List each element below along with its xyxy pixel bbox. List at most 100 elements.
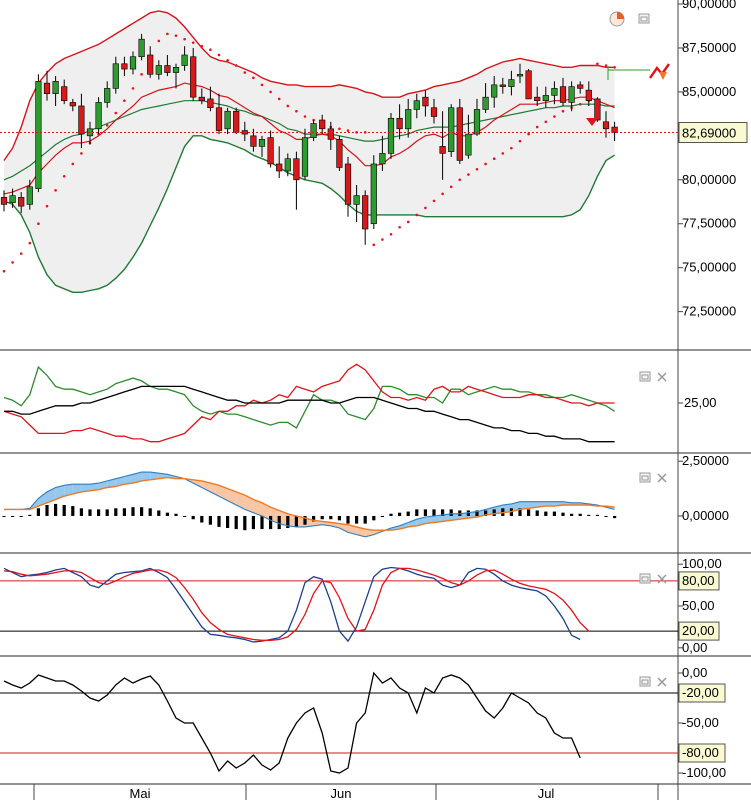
macd-histogram-bar xyxy=(406,511,410,516)
candle-body xyxy=(121,63,128,70)
candle-body xyxy=(293,158,300,181)
sar-dot xyxy=(252,76,255,80)
candle-body xyxy=(112,63,119,89)
window-icon[interactable] xyxy=(639,371,651,382)
sar-dot xyxy=(389,232,393,236)
sar-dot xyxy=(492,157,496,160)
candle-body xyxy=(362,195,369,230)
macd-histogram-bar xyxy=(114,508,118,516)
candle-body xyxy=(95,102,102,130)
candle[interactable] xyxy=(35,74,42,193)
window-icon[interactable] xyxy=(639,472,651,483)
price-tick-label: 77,50000 xyxy=(682,216,736,231)
candle-body xyxy=(542,95,549,101)
candle[interactable] xyxy=(387,112,395,159)
chart-canvas[interactable]: 90,0000087,5000085,0000082,5000080,00000… xyxy=(0,0,751,800)
macd-histogram-bar xyxy=(174,513,178,516)
adx-tick-label: 25,00 xyxy=(684,395,717,410)
sar-dot xyxy=(2,269,6,273)
candle-body xyxy=(516,74,524,77)
sar-dot xyxy=(80,152,83,155)
candle[interactable] xyxy=(233,107,240,135)
macd-histogram-bar xyxy=(191,515,195,520)
price-tick-label: 75,00000 xyxy=(682,260,736,275)
month-label-mai: Mai xyxy=(130,786,151,800)
candle[interactable] xyxy=(525,69,532,100)
candle-body xyxy=(379,153,386,165)
candle-body xyxy=(482,96,489,110)
sar-dot xyxy=(11,261,14,264)
candle-body xyxy=(370,163,377,225)
sar-dot xyxy=(209,48,212,52)
sar-dot xyxy=(544,120,548,124)
price-tick-label: 87,50000 xyxy=(682,40,736,55)
sar-dot xyxy=(535,125,539,129)
candle[interactable] xyxy=(336,135,343,171)
sar-dot xyxy=(191,41,195,44)
sar-dot xyxy=(415,213,419,217)
macd-histogram-bar xyxy=(165,512,169,516)
macd-histogram-bar xyxy=(277,515,281,530)
macd-tick-label: 2,50000 xyxy=(682,453,729,468)
wr-tick-label: -100,00 xyxy=(682,765,726,780)
macd-histogram-bar xyxy=(552,511,556,516)
candle-body xyxy=(138,38,145,58)
macd-histogram-bar xyxy=(398,512,402,516)
candle-body xyxy=(336,139,343,168)
candle-body xyxy=(69,102,76,107)
candle-body xyxy=(491,84,498,98)
macd-histogram-bar xyxy=(28,514,32,516)
sar-dot xyxy=(123,99,126,102)
candle-body xyxy=(224,110,231,130)
macd-histogram-bar xyxy=(234,515,238,530)
candle[interactable] xyxy=(95,97,102,135)
sar-dot xyxy=(346,129,350,132)
macd-histogram-bar xyxy=(294,515,298,527)
macd-histogram-bar xyxy=(140,507,144,516)
macd-histogram-bar xyxy=(11,515,15,517)
sar-dot xyxy=(458,178,462,182)
macd-histogram-bar xyxy=(613,515,617,519)
candle[interactable] xyxy=(448,104,455,157)
candle-body xyxy=(43,82,51,94)
clock-icon[interactable] xyxy=(609,11,625,27)
candle[interactable] xyxy=(370,155,377,230)
sar-dot xyxy=(398,225,401,229)
sar-dot xyxy=(613,65,616,69)
stoch-tick-label: 80,00 xyxy=(682,573,715,588)
window-icon[interactable] xyxy=(638,13,650,24)
sar-dot xyxy=(243,71,247,74)
sar-dot xyxy=(269,90,272,94)
macd-histogram-bar xyxy=(131,507,135,516)
candle-body xyxy=(233,110,240,133)
sar-dot xyxy=(303,115,307,118)
macd-histogram-bar xyxy=(389,513,393,516)
macd-histogram-bar xyxy=(243,515,247,531)
candle-body xyxy=(405,109,412,130)
sar-dot xyxy=(518,139,522,143)
sar-dot xyxy=(561,109,565,113)
macd-histogram-bar xyxy=(54,503,58,516)
candle-body xyxy=(430,107,438,117)
candle-body xyxy=(413,100,420,110)
macd-histogram-bar xyxy=(561,512,565,516)
macd-histogram-bar xyxy=(36,508,40,516)
candle[interactable] xyxy=(456,98,463,164)
macd-histogram-bar xyxy=(570,513,574,516)
sar-dot xyxy=(71,162,75,166)
macd-histogram-bar xyxy=(449,509,453,516)
sar-dot xyxy=(45,204,49,208)
candle-body xyxy=(559,86,567,103)
candle-body xyxy=(207,98,214,109)
candle-body xyxy=(181,54,188,66)
sar-dot xyxy=(467,173,470,176)
window-icon[interactable] xyxy=(639,573,651,584)
candle-body xyxy=(35,81,42,189)
current-price-label: 82,69000 xyxy=(682,126,736,141)
sar-dot xyxy=(553,115,556,118)
window-icon[interactable] xyxy=(639,676,651,687)
sar-dot xyxy=(54,189,57,192)
macd-histogram-bar xyxy=(346,515,350,524)
sar-dot xyxy=(441,192,444,196)
candle-body xyxy=(585,89,592,101)
